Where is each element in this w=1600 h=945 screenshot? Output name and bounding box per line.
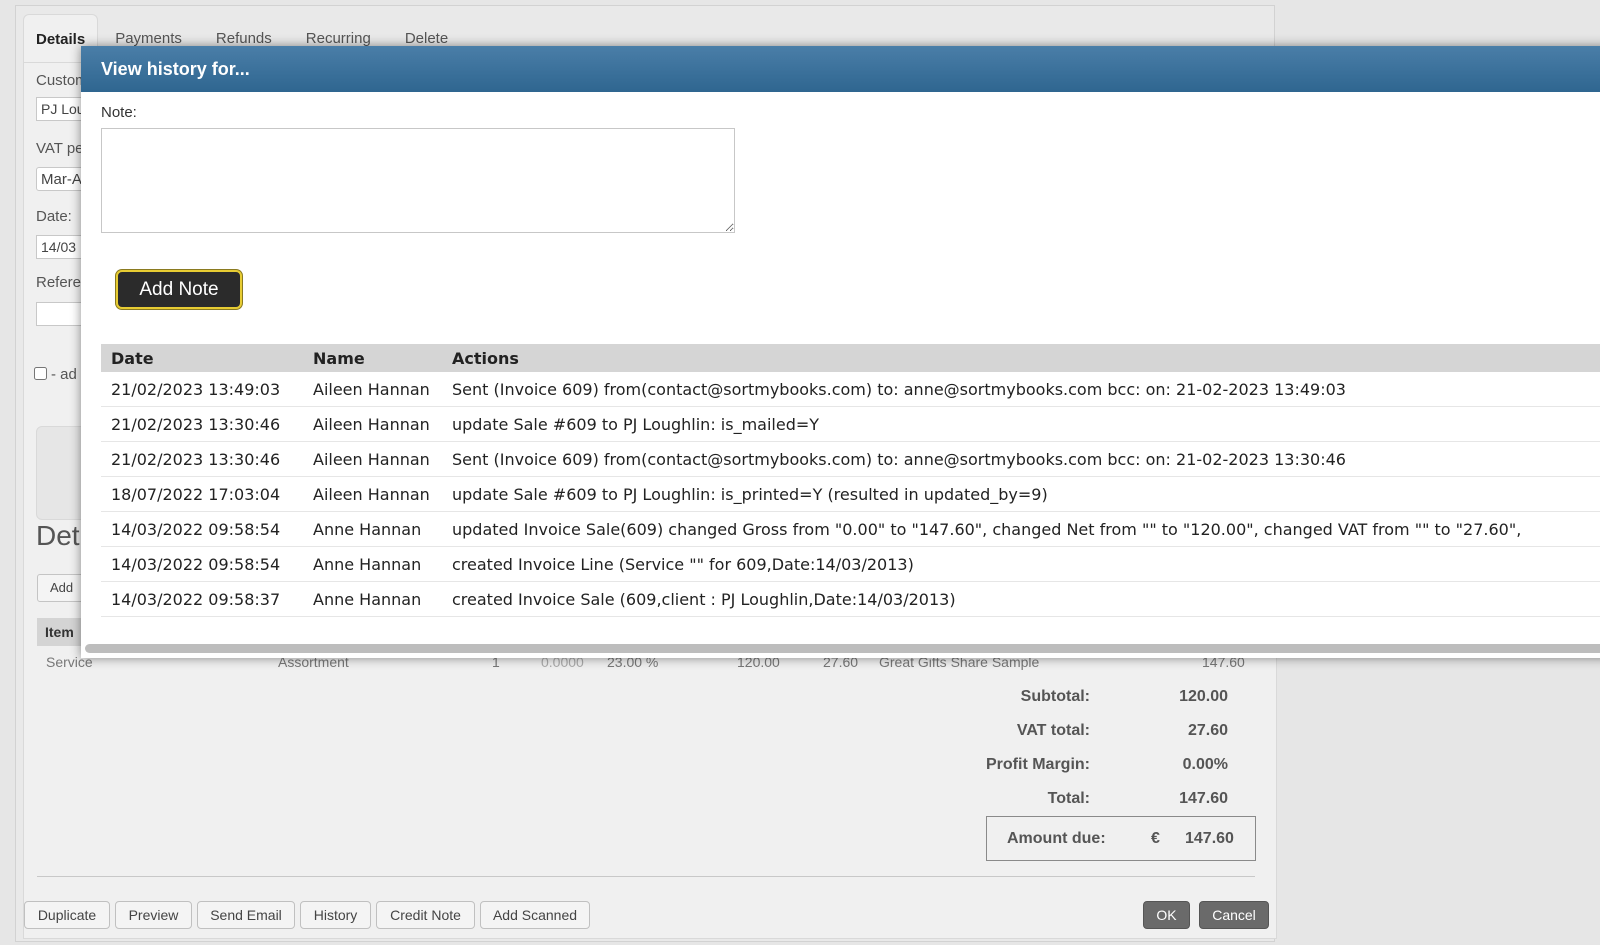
option-checkbox[interactable]	[34, 367, 47, 380]
history-table-header: Date Name Actions	[101, 344, 1600, 372]
action-cell: created Invoice Line (Service "" for 609…	[442, 546, 1600, 582]
history-table: Date Name Actions 21/02/2023 13:49:03 Ai…	[101, 344, 1600, 617]
vat-period-label: VAT pe	[36, 140, 84, 157]
cancel-button[interactable]: Cancel	[1199, 901, 1269, 929]
ok-button[interactable]: OK	[1143, 901, 1190, 929]
add-line-button[interactable]: Add	[37, 574, 87, 602]
vat-total-value: 27.60	[1187, 722, 1228, 739]
table-row: 14/03/2022 09:58:54 Anne Hannan updated …	[101, 511, 1600, 547]
send-email-button[interactable]: Send Email	[197, 901, 295, 929]
footer-divider	[37, 876, 1255, 877]
amount-due-label: Amount due:	[1007, 830, 1106, 847]
action-cell: created Invoice Sale (609,client : PJ Lo…	[442, 581, 1600, 617]
name-cell: Aileen Hannan	[303, 406, 442, 442]
name-cell: Anne Hannan	[303, 581, 442, 617]
table-row: 21/02/2023 13:49:03 Aileen Hannan Sent (…	[101, 372, 1600, 407]
preview-button[interactable]: Preview	[115, 901, 192, 929]
action-cell: Sent (Invoice 609) from(contact@sortmybo…	[442, 441, 1600, 477]
action-cell: updated Invoice Sale(609) changed Gross …	[442, 511, 1600, 547]
total-label: Total:	[1047, 790, 1090, 807]
date-cell: 14/03/2022 09:58:37	[101, 581, 303, 617]
amount-due-value: 147.60	[1185, 830, 1234, 847]
action-cell: update Sale #609 to PJ Loughlin: is_prin…	[442, 476, 1600, 512]
date-cell: 14/03/2022 09:58:54	[101, 546, 303, 582]
action-cell: Sent (Invoice 609) from(contact@sortmybo…	[442, 372, 1600, 407]
date-cell: 21/02/2023 13:30:46	[101, 406, 303, 442]
date-cell: 21/02/2023 13:30:46	[101, 441, 303, 477]
table-row: 21/02/2023 13:30:46 Aileen Hannan Sent (…	[101, 441, 1600, 477]
name-cell: Anne Hannan	[303, 546, 442, 582]
history-button[interactable]: History	[300, 901, 371, 929]
checkbox-label: - ad	[51, 366, 77, 383]
currency-symbol: €	[1151, 830, 1160, 847]
total-value: 147.60	[1179, 790, 1228, 807]
date-label: Date:	[36, 208, 72, 225]
table-row: 14/03/2022 09:58:54 Anne Hannan created …	[101, 546, 1600, 582]
table-row: 21/02/2023 13:30:46 Aileen Hannan update…	[101, 406, 1600, 442]
note-label: Note:	[101, 104, 137, 121]
subtotal-value: 120.00	[1179, 688, 1228, 705]
date-column-header: Date	[101, 344, 303, 372]
date-cell: 21/02/2023 13:49:03	[101, 372, 303, 407]
customer-label: Custom	[36, 72, 88, 89]
actions-column-header: Actions	[442, 344, 1600, 372]
horizontal-scrollbar[interactable]	[85, 644, 1600, 653]
history-dialog: View history for... Note: Add Note Date …	[81, 46, 1600, 658]
item-column-header: Item	[45, 624, 74, 640]
name-cell: Aileen Hannan	[303, 441, 442, 477]
name-cell: Aileen Hannan	[303, 476, 442, 512]
add-scanned-button[interactable]: Add Scanned	[480, 901, 590, 929]
note-textarea[interactable]	[101, 128, 735, 233]
add-note-button[interactable]: Add Note	[116, 270, 242, 309]
date-cell: 14/03/2022 09:58:54	[101, 511, 303, 547]
details-heading: Det	[36, 520, 80, 551]
name-column-header: Name	[303, 344, 442, 372]
table-row: 18/07/2022 17:03:04 Aileen Hannan update…	[101, 476, 1600, 512]
amount-due-box: Amount due: € 147.60	[986, 816, 1256, 861]
subtotal-label: Subtotal:	[1020, 688, 1090, 705]
profit-margin-label: Profit Margin:	[986, 756, 1090, 773]
table-row: 14/03/2022 09:58:37 Anne Hannan created …	[101, 581, 1600, 617]
action-cell: update Sale #609 to PJ Loughlin: is_mail…	[442, 406, 1600, 442]
vat-total-label: VAT total:	[1016, 722, 1090, 739]
name-cell: Anne Hannan	[303, 511, 442, 547]
dialog-title[interactable]: View history for...	[81, 46, 1600, 92]
profit-margin-value: 0.00%	[1182, 756, 1228, 773]
credit-note-button[interactable]: Credit Note	[376, 901, 475, 929]
date-cell: 18/07/2022 17:03:04	[101, 476, 303, 512]
duplicate-button[interactable]: Duplicate	[24, 901, 110, 929]
reference-label: Refere	[36, 274, 82, 291]
name-cell: Aileen Hannan	[303, 372, 442, 407]
